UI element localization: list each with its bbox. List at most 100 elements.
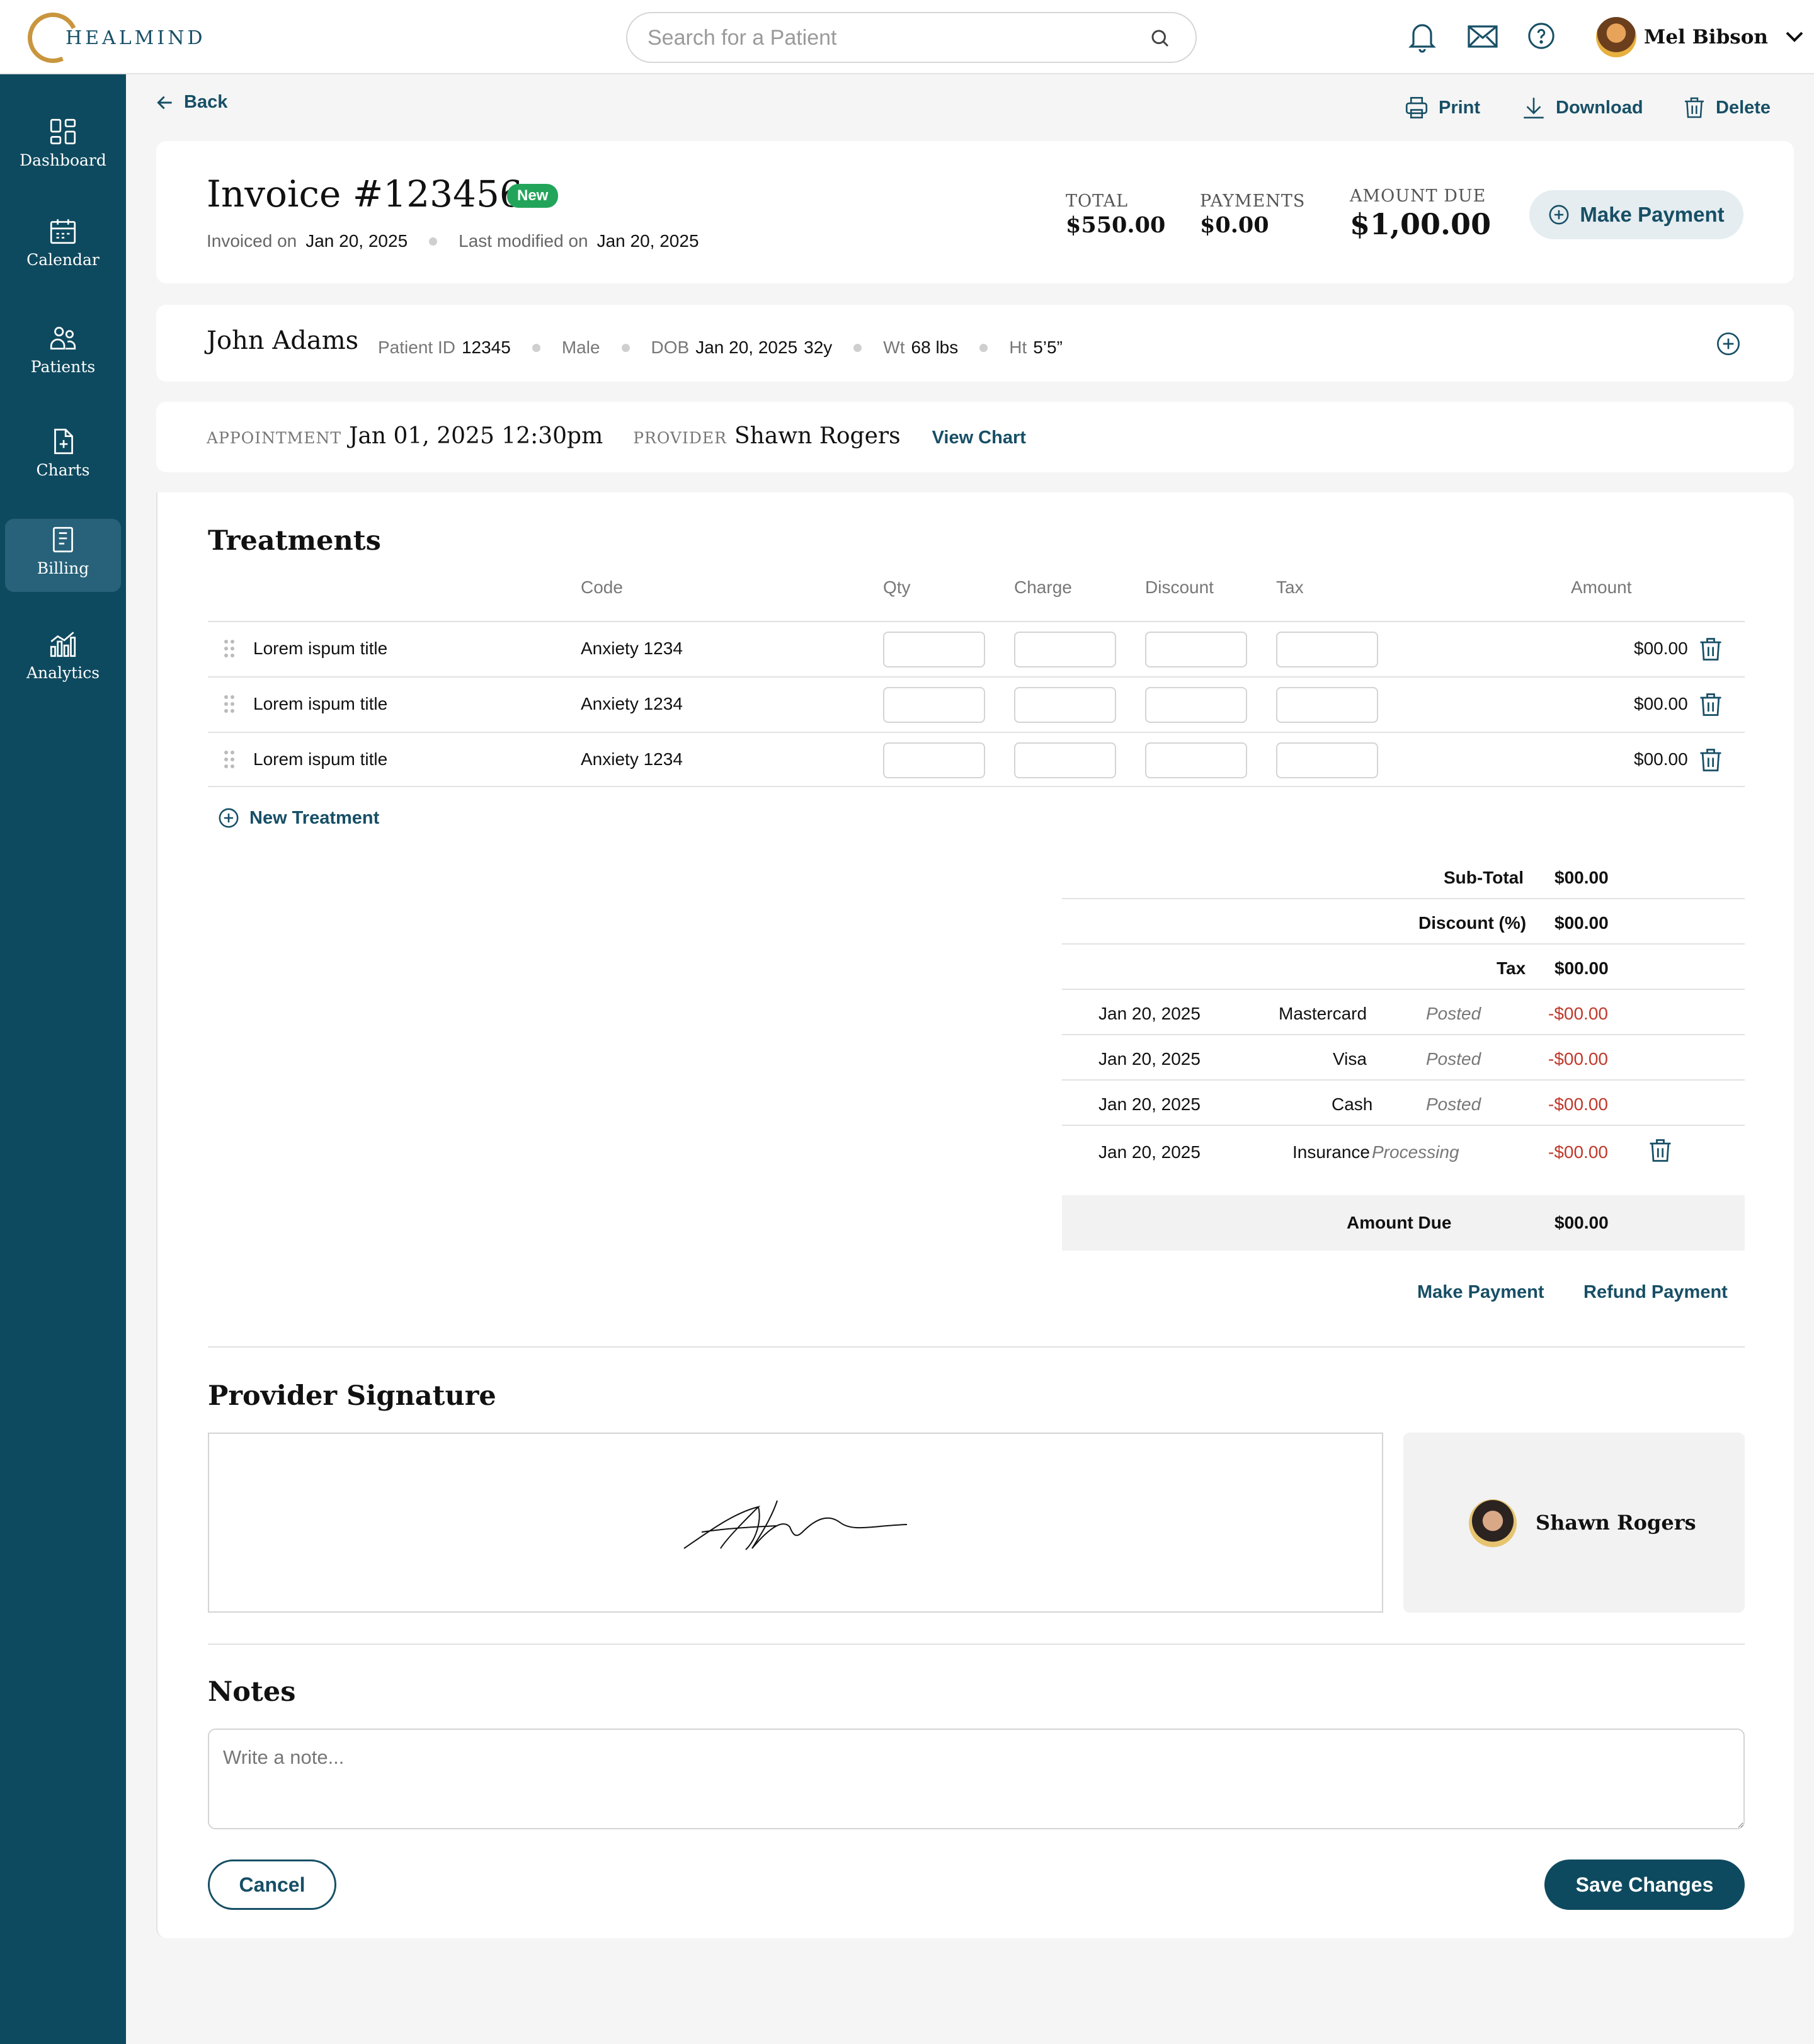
download-button[interactable]: Download bbox=[1520, 94, 1643, 121]
subtotal-label: Sub-Total bbox=[1444, 868, 1524, 887]
discount-input[interactable] bbox=[1145, 687, 1247, 723]
signature-pad[interactable] bbox=[208, 1433, 1383, 1613]
payment-row: Jan 20, 2025 Insurance Processing -$00.0… bbox=[1062, 1126, 1745, 1175]
col-header-amount: Amount bbox=[1571, 577, 1632, 597]
chevron-down-icon[interactable] bbox=[1786, 31, 1803, 43]
treatment-amount: $00.00 bbox=[1634, 639, 1688, 658]
search-icon[interactable] bbox=[1149, 27, 1172, 50]
bell-icon[interactable] bbox=[1407, 20, 1437, 53]
tax-input[interactable] bbox=[1276, 687, 1378, 723]
discount-input[interactable] bbox=[1145, 742, 1247, 778]
signing-provider-card: Shawn Rogers bbox=[1403, 1433, 1745, 1613]
billing-icon bbox=[53, 526, 73, 553]
section-divider bbox=[208, 1644, 1745, 1645]
plus-circle-icon bbox=[1549, 205, 1569, 225]
logo-mark-icon bbox=[20, 5, 86, 71]
patient-details: Patient ID 12345 Male DOB Jan 20, 2025 32y … bbox=[378, 338, 1063, 358]
app-logo[interactable]: HEALMIND bbox=[20, 5, 206, 71]
dashboard-icon bbox=[50, 118, 76, 145]
trash-icon[interactable] bbox=[1697, 635, 1725, 664]
trash-icon[interactable] bbox=[1697, 746, 1725, 775]
col-header-charge: Charge bbox=[1014, 577, 1072, 597]
user-menu[interactable]: Mel Bibson bbox=[1596, 16, 1803, 58]
make-payment-link[interactable]: Make Payment bbox=[1417, 1282, 1544, 1303]
tax-input[interactable] bbox=[1276, 632, 1378, 667]
payment-status: Posted bbox=[1426, 1094, 1481, 1114]
refund-payment-link[interactable]: Refund Payment bbox=[1583, 1282, 1728, 1303]
delete-label: Delete bbox=[1716, 97, 1771, 118]
drag-handle-icon[interactable] bbox=[224, 695, 237, 714]
height-label: Ht bbox=[1009, 338, 1027, 357]
sidebar-item-dashboard[interactable]: Dashboard bbox=[5, 111, 121, 184]
qty-input[interactable] bbox=[883, 742, 985, 778]
trash-icon[interactable] bbox=[1646, 1136, 1674, 1165]
drag-handle-icon[interactable] bbox=[224, 751, 237, 769]
treatment-code: Anxiety 1234 bbox=[581, 749, 683, 769]
sidebar-item-calendar[interactable]: Calendar bbox=[5, 210, 121, 283]
drag-handle-icon[interactable] bbox=[224, 640, 237, 659]
payment-row: Jan 20, 2025 Visa Posted -$00.00 bbox=[1062, 1035, 1745, 1081]
new-treatment-button[interactable]: New Treatment bbox=[218, 807, 379, 829]
payment-row: Jan 20, 2025 Mastercard Posted -$00.00 bbox=[1062, 990, 1745, 1035]
payment-date: Jan 20, 2025 bbox=[1098, 1004, 1201, 1023]
payment-method: Insurance bbox=[1292, 1142, 1370, 1162]
treatment-title: Lorem ispum title bbox=[253, 639, 388, 658]
charge-input[interactable] bbox=[1014, 687, 1116, 723]
discount-input[interactable] bbox=[1145, 632, 1247, 667]
expand-plus-icon[interactable] bbox=[1716, 331, 1741, 356]
notes-title: Notes bbox=[208, 1676, 296, 1708]
tax-input[interactable] bbox=[1276, 742, 1378, 778]
payment-date: Jan 20, 2025 bbox=[1098, 1049, 1201, 1069]
notes-textarea[interactable] bbox=[208, 1729, 1745, 1829]
modified-date: Jan 20, 2025 bbox=[596, 231, 699, 251]
qty-input[interactable] bbox=[883, 632, 985, 667]
back-label: Back bbox=[184, 92, 228, 112]
sidebar-item-billing[interactable]: Billing bbox=[5, 519, 121, 592]
payment-amount: -$00.00 bbox=[1548, 1049, 1608, 1069]
charge-input[interactable] bbox=[1014, 632, 1116, 667]
mail-icon[interactable] bbox=[1466, 23, 1499, 50]
patient-weight: 68 lbs bbox=[911, 338, 959, 357]
signature-drawing bbox=[683, 1500, 908, 1550]
subtotal-row: Sub-Total $00.00 bbox=[1062, 854, 1745, 899]
trash-icon bbox=[1685, 97, 1704, 118]
patient-name: John Adams bbox=[207, 326, 359, 355]
qty-input[interactable] bbox=[883, 687, 985, 723]
patient-search bbox=[626, 12, 1197, 63]
printer-icon bbox=[1405, 96, 1428, 119]
download-icon bbox=[1524, 98, 1544, 119]
sidebar-item-charts[interactable]: Charts bbox=[5, 421, 121, 494]
tax-label: Tax bbox=[1497, 958, 1526, 978]
total-label: TOTAL bbox=[1066, 191, 1129, 211]
provider-label: PROVIDER bbox=[633, 429, 727, 447]
amount-due-label: Amount Due bbox=[1347, 1213, 1452, 1232]
print-button[interactable]: Print bbox=[1403, 94, 1480, 121]
search-input[interactable] bbox=[647, 22, 1139, 54]
appointment-label: APPOINTMENT bbox=[207, 429, 342, 447]
trash-icon[interactable] bbox=[1697, 690, 1725, 719]
sidebar-item-label: Billing bbox=[37, 559, 89, 577]
user-avatar bbox=[1596, 17, 1636, 57]
invoiced-date: Jan 20, 2025 bbox=[305, 231, 408, 251]
back-button[interactable]: Back bbox=[155, 92, 227, 113]
col-header-discount: Discount bbox=[1145, 577, 1214, 597]
sidebar-item-analytics[interactable]: Analytics bbox=[5, 623, 121, 696]
cancel-button[interactable]: Cancel bbox=[208, 1859, 336, 1910]
sidebar-item-patients[interactable]: Patients bbox=[5, 317, 121, 390]
delete-button[interactable]: Delete bbox=[1682, 94, 1771, 121]
logo-text: HEALMIND bbox=[66, 26, 206, 49]
payment-method: Cash bbox=[1332, 1094, 1373, 1114]
charge-input[interactable] bbox=[1014, 742, 1116, 778]
weight-label: Wt bbox=[883, 338, 905, 357]
treatment-amount: $00.00 bbox=[1634, 749, 1688, 769]
make-payment-button[interactable]: Make Payment bbox=[1529, 190, 1743, 239]
payment-status: Processing bbox=[1372, 1142, 1459, 1162]
payments-label: PAYMENTS bbox=[1200, 191, 1306, 211]
save-changes-button[interactable]: Save Changes bbox=[1544, 1859, 1745, 1910]
section-divider bbox=[208, 1346, 1745, 1348]
payment-date: Jan 20, 2025 bbox=[1098, 1142, 1201, 1162]
sidebar-item-label: Dashboard bbox=[20, 151, 106, 169]
view-chart-link[interactable]: View Chart bbox=[932, 428, 1026, 448]
help-icon[interactable] bbox=[1527, 21, 1556, 50]
top-bar: HEALMIND Mel Bibson bbox=[0, 0, 1814, 74]
